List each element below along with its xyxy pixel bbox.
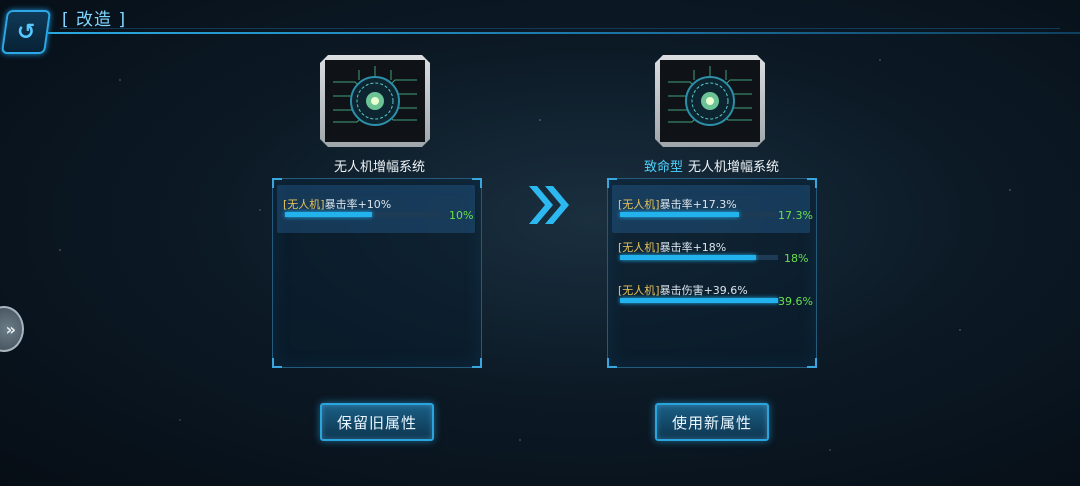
attribute-text: 暴击率+18% <box>659 241 727 254</box>
attribute-text: 暴击伤害+39.6% <box>659 284 748 297</box>
new-module-icon <box>655 55 765 147</box>
attribute-tag: [无人机] <box>618 284 660 297</box>
old-attribute-row: [无人机]暴击率+10% 10% <box>283 196 473 222</box>
header-divider-thin <box>60 28 1060 29</box>
old-module-name: 无人机增幅系统 <box>334 160 426 175</box>
attribute-text: 暴击率+17.3% <box>659 198 737 211</box>
new-attribute-row: [无人机]暴击率+17.3% 17.3% <box>618 196 813 222</box>
keep-old-attributes-button[interactable]: 保留旧属性 <box>320 403 434 441</box>
attribute-value: 17.3% <box>778 209 813 222</box>
attribute-tag: [无人机] <box>618 241 660 254</box>
attribute-tag: [无人机] <box>283 198 325 211</box>
attribute-value: 18% <box>784 252 809 265</box>
page-title: [ 改造 ] <box>62 10 127 30</box>
use-new-attributes-button[interactable]: 使用新属性 <box>655 403 769 441</box>
attribute-bar <box>285 212 443 217</box>
double-chevron-right-icon: » <box>5 319 16 339</box>
top-bar: ↺ [ 改造 ] <box>0 0 1080 54</box>
new-module-name: 无人机增幅系统 <box>688 160 780 175</box>
new-attribute-row: [无人机]暴击伤害+39.6% 39.6% <box>618 282 813 308</box>
new-attribute-row: [无人机]暴击率+18% 18% <box>618 239 808 265</box>
header-divider <box>48 32 1080 34</box>
new-module-name-line: 致命型 无人机增幅系统 <box>644 156 779 175</box>
attribute-bar-fill <box>620 255 756 260</box>
circuit-brain-icon <box>333 66 417 126</box>
back-arrow-icon: ↺ <box>16 19 36 45</box>
double-chevron-right-icon <box>529 186 569 224</box>
back-button[interactable]: ↺ <box>0 10 52 54</box>
attribute-tag: [无人机] <box>618 198 660 211</box>
attribute-value: 10% <box>449 209 474 222</box>
attribute-value: 39.6% <box>778 295 813 308</box>
attribute-bar-fill <box>620 298 778 303</box>
old-module-icon <box>320 55 430 147</box>
attribute-bar <box>620 298 778 303</box>
old-attributes-panel: [无人机]暴击率+10% 10% <box>272 178 482 368</box>
new-module-prefix: 致命型 <box>644 160 684 175</box>
circuit-brain-icon <box>668 66 752 126</box>
side-expand-button[interactable]: » <box>0 306 24 352</box>
attribute-bar-fill <box>620 212 739 217</box>
new-attributes-panel: [无人机]暴击率+17.3% 17.3% [无人机]暴击率+18% 18% [无… <box>607 178 817 368</box>
starfield-background <box>0 0 1080 486</box>
attribute-text: 暴击率+10% <box>324 198 392 211</box>
attribute-bar <box>620 212 778 217</box>
attribute-bar-fill <box>285 212 372 217</box>
attribute-bar <box>620 255 778 260</box>
